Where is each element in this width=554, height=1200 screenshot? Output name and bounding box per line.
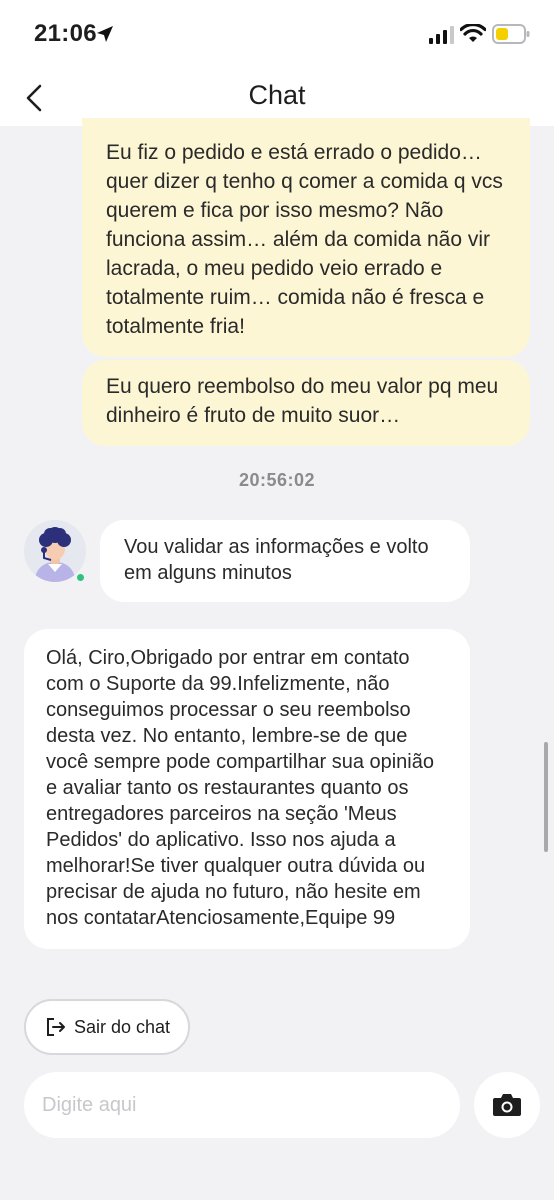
wifi-icon [460, 24, 486, 42]
message-input[interactable] [24, 1072, 460, 1138]
page-title: Chat [248, 80, 306, 110]
camera-icon [493, 1094, 521, 1116]
cellular-signal-icon [429, 26, 454, 44]
chat-screen: 21:06 Chat Eu fiz o pedido e está errado… [0, 0, 554, 1200]
support-agent-icon [24, 520, 86, 582]
user-message: Eu quero reembolso do meu valor pq meu d… [82, 360, 530, 446]
message-timestamp: 20:56:02 [238, 470, 316, 490]
message-list[interactable]: Eu fiz o pedido e está errado o pedido… … [0, 118, 554, 1200]
agent-avatar [24, 520, 86, 582]
status-bar: 21:06 [0, 0, 554, 70]
user-message: Eu fiz o pedido e está errado o pedido… … [82, 118, 530, 357]
location-arrow-icon [97, 26, 113, 42]
exit-chat-button[interactable]: Sair do chat [24, 999, 191, 1055]
status-time: 21:06 [34, 20, 97, 47]
agent-message: Vou validar as informações e volto em al… [100, 520, 470, 602]
logout-icon [47, 1018, 65, 1036]
camera-button[interactable] [474, 1072, 540, 1138]
agent-message: Olá, Ciro,Obrigado por entrar em contato… [24, 629, 470, 949]
battery-icon [492, 24, 530, 44]
online-status-dot [76, 573, 85, 582]
exit-chat-label: Sair do chat [74, 1016, 171, 1037]
scrollbar[interactable] [544, 742, 548, 852]
